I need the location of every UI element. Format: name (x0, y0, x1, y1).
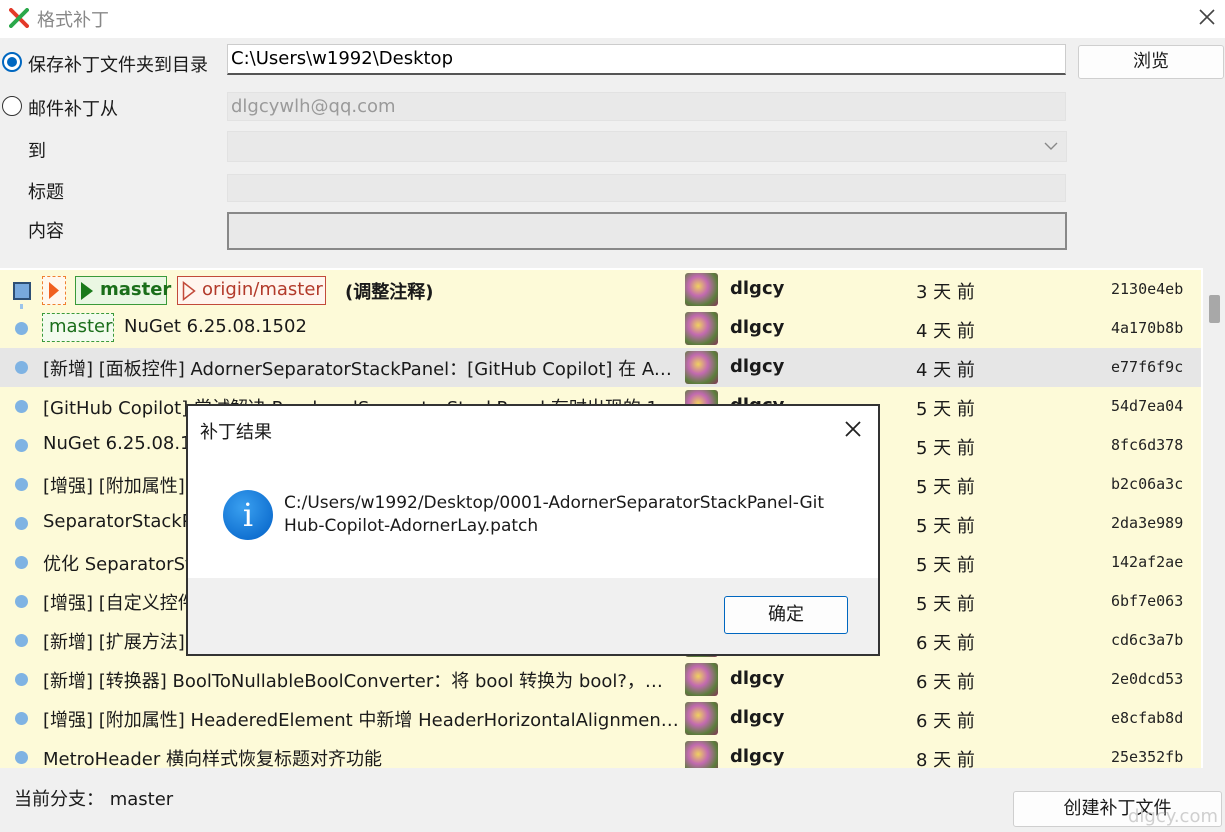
chevron-down-icon (1044, 142, 1058, 150)
head-ref-icon (42, 276, 66, 305)
dialog-footer: 确定 (188, 578, 878, 654)
commit-message: (调整注释) (345, 282, 434, 303)
branch-tag-master: master (42, 313, 114, 342)
commit-hash: 4a170b8b (1111, 319, 1184, 337)
email-option-radio[interactable] (2, 96, 22, 116)
save-path-input[interactable]: C:\Users\w1992\Desktop (227, 44, 1066, 75)
current-branch-value: master (109, 789, 174, 810)
commit-date: 5 天 前 (916, 477, 975, 498)
commit-hash: cd6c3a7b (1111, 631, 1184, 649)
subject-input[interactable] (227, 174, 1066, 202)
commit-date: 6 天 前 (916, 711, 975, 732)
browse-button[interactable]: 浏览 (1078, 45, 1224, 79)
dialog-title: 补丁结果 (200, 422, 272, 443)
commit-message: [新增] [面板控件] AdornerSeparatorStackPanel：[… (43, 359, 680, 380)
commit-author: dlgcy (730, 278, 785, 299)
commit-date: 4 天 前 (916, 321, 975, 342)
commit-message: NuGet 6.25.08.1502 (124, 316, 307, 337)
patch-result-dialog: 补丁结果 i C:/Users/w1992/Desktop/0001-Adorn… (186, 404, 880, 656)
save-option-label: 保存补丁文件夹到目录 (28, 55, 208, 76)
commit-message: [增强] [附加属性] HeaderedElement 中新增 HeaderHo… (43, 710, 680, 731)
commit-hash: 25e352fb (1111, 748, 1184, 766)
avatar (685, 351, 718, 384)
commit-hash: b2c06a3c (1111, 475, 1184, 493)
commit-hash: 2e0dcd53 (1111, 670, 1184, 688)
branch-arrow-icon (81, 282, 93, 300)
commit-date: 6 天 前 (916, 633, 975, 654)
commit-hash: 142af2ae (1111, 553, 1184, 571)
current-branch-label: 当前分支： master (14, 789, 174, 810)
commit-row[interactable]: [增强] [附加属性] HeaderedElement 中新增 HeaderHo… (0, 699, 1201, 738)
app-logo-icon (9, 8, 29, 28)
info-icon: i (223, 490, 273, 540)
scrollbar-thumb[interactable] (1209, 295, 1220, 323)
commit-date: 5 天 前 (916, 438, 975, 459)
save-option-radio[interactable] (2, 52, 22, 72)
head-node-icon (13, 282, 31, 300)
commit-node-icon (15, 322, 28, 335)
commit-node-icon (15, 712, 28, 725)
commit-node-icon (15, 517, 28, 530)
commit-date: 5 天 前 (916, 555, 975, 576)
commit-row[interactable]: master NuGet 6.25.08.1502 dlgcy 4 天 前 4a… (0, 309, 1201, 348)
commit-row[interactable]: [新增] [转换器] BoolToNullableBoolConverter：将… (0, 660, 1201, 699)
window-title: 格式补丁 (37, 10, 109, 31)
commit-hash: e8cfab8d (1111, 709, 1184, 727)
commit-date: 6 天 前 (916, 672, 975, 693)
window-close-icon[interactable] (1196, 6, 1218, 28)
dialog-close-icon[interactable] (842, 418, 864, 440)
commit-author: dlgcy (730, 317, 785, 338)
ok-button[interactable]: 确定 (724, 596, 848, 634)
commit-row[interactable]: [新增] [面板控件] AdornerSeparatorStackPanel：[… (0, 348, 1201, 387)
watermark: dlgcy.com (1128, 806, 1218, 827)
commit-node-icon (15, 634, 28, 647)
commit-node-icon (15, 751, 28, 764)
commit-node-icon (15, 673, 28, 686)
to-select[interactable] (227, 131, 1067, 162)
commit-node-icon (15, 556, 28, 569)
avatar (685, 702, 718, 735)
commit-author: dlgcy (730, 746, 785, 767)
commit-node-icon (15, 439, 28, 452)
commit-row[interactable]: master origin/master (调整注释) dlgcy 3 天 前 … (0, 270, 1201, 309)
commit-date: 5 天 前 (916, 516, 975, 537)
commit-hash: 8fc6d378 (1111, 436, 1184, 454)
body-input[interactable] (227, 212, 1067, 250)
commit-author: dlgcy (730, 668, 785, 689)
commit-message: MetroHeader 横向样式恢复标题对齐功能 (43, 749, 382, 768)
avatar (685, 312, 718, 345)
commit-node-icon (15, 361, 28, 374)
commit-date: 8 天 前 (916, 750, 975, 768)
branch-tag-origin-master: origin/master (177, 276, 326, 305)
subject-label: 标题 (28, 182, 64, 203)
commit-author: dlgcy (730, 707, 785, 728)
avatar (685, 741, 718, 768)
commit-date: 5 天 前 (916, 399, 975, 420)
avatar (685, 273, 718, 306)
avatar (685, 663, 718, 696)
email-from-input[interactable]: dlgcywlh@qq.com (227, 92, 1066, 121)
commit-node-icon (15, 400, 28, 413)
body-label: 内容 (28, 221, 64, 242)
commit-node-icon (15, 595, 28, 608)
commit-date: 5 天 前 (916, 594, 975, 615)
commit-author: dlgcy (730, 356, 785, 377)
remote-branch-icon (182, 281, 196, 301)
email-option-label: 邮件补丁从 (28, 99, 118, 120)
commit-message: [新增] [转换器] BoolToNullableBoolConverter：将… (43, 671, 680, 692)
commit-hash: 54d7ea04 (1111, 397, 1184, 415)
branch-tag-master: master (75, 276, 171, 305)
dialog-message: C:/Users/w1992/Desktop/0001-AdornerSepar… (284, 493, 825, 536)
commit-row[interactable]: MetroHeader 横向样式恢复标题对齐功能 dlgcy 8 天 前 25e… (0, 738, 1201, 768)
commit-hash: 2130e4eb (1111, 280, 1184, 298)
commit-date: 3 天 前 (916, 282, 975, 303)
commit-hash: e77f6f9c (1111, 358, 1184, 376)
commit-node-icon (15, 478, 28, 491)
commit-date: 4 天 前 (916, 360, 975, 381)
to-label: 到 (28, 141, 46, 162)
commit-hash: 2da3e989 (1111, 514, 1184, 532)
commit-hash: 6bf7e063 (1111, 592, 1184, 610)
title-bar: 格式补丁 (0, 0, 1225, 38)
